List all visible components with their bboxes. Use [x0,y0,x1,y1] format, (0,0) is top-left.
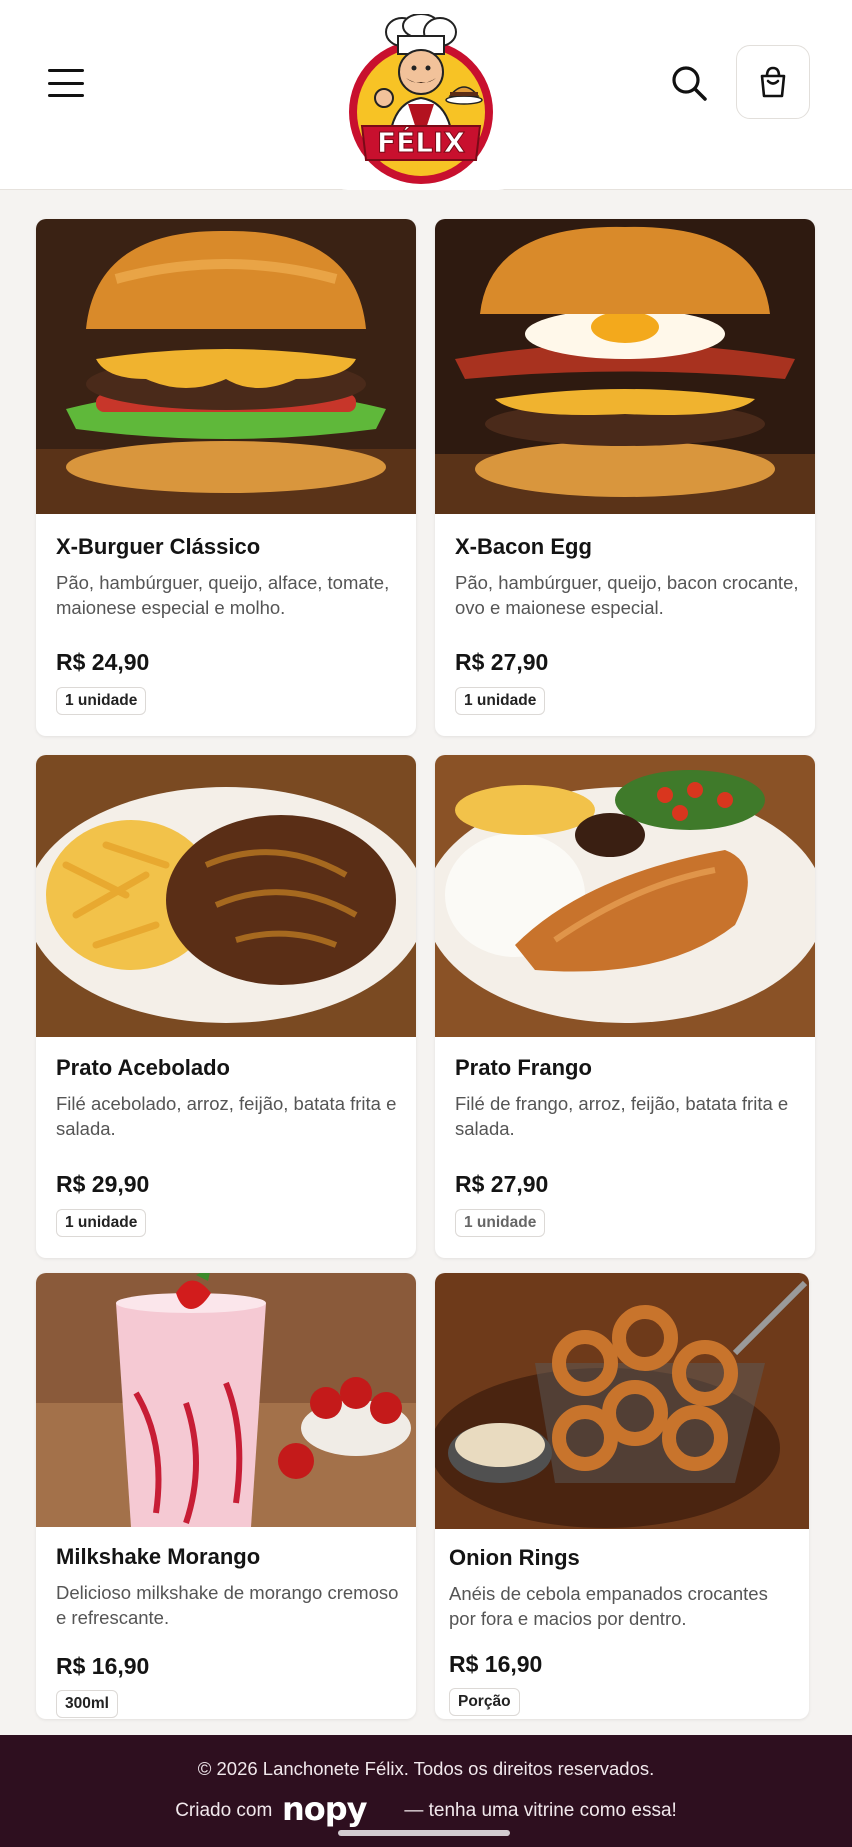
product-title: Prato Frango [455,1055,592,1080]
product-card[interactable]: Milkshake Morango Delicioso milkshake de… [36,1273,416,1719]
product-title: Milkshake Morango [56,1544,261,1569]
product-title: X-Burguer Clássico [56,534,261,559]
product-card[interactable]: X-Bacon Egg Pão, hambúrguer, queijo, bac… [435,219,815,736]
product-title: X-Bacon Egg [455,534,592,559]
product-description: Pão, hambúrguer, queijo, alface, tomate,… [56,572,390,618]
product-info: Prato Acebolado Filé acebolado, arroz, f… [56,1055,400,1141]
footer-credit: Criado com nopy — tenha uma vitrine como… [0,1793,852,1829]
product-description: Delicioso milkshake de morango cremoso e… [56,1582,399,1628]
product-price: R$ 24,90 [56,649,150,675]
hamburger-menu-icon[interactable] [46,66,86,100]
product-price: R$ 27,90 [455,1171,549,1197]
product-price: R$ 27,90 [455,649,549,675]
product-image [435,219,815,514]
product-card[interactable]: X-Burguer Clássico Pão, hambúrguer, quei… [36,219,416,736]
product-unit-badge: Porção [449,1688,520,1716]
product-unit-badge: 1 unidade [455,1209,546,1237]
product-title: Prato Acebolado [56,1055,230,1080]
product-image [36,755,416,1037]
product-info: Prato Frango Filé de frango, arroz, feij… [455,1055,799,1141]
product-price: R$ 29,90 [56,1171,150,1197]
product-description: Anéis de cebola empanados crocantes por … [449,1583,768,1629]
product-unit-badge: 1 unidade [56,687,147,715]
product-info: X-Burguer Clássico Pão, hambúrguer, quei… [56,534,400,620]
product-unit-badge: 1 unidade [56,1209,147,1237]
product-info: X-Bacon Egg Pão, hambúrguer, queijo, bac… [455,534,799,620]
product-title: Onion Rings [449,1545,580,1570]
product-description: Pão, hambúrguer, queijo, bacon crocante,… [455,572,799,618]
product-description: Filé acebolado, arroz, feijão, batata fr… [56,1093,397,1139]
logo-text: FÉLIX [377,125,466,159]
credit-suffix: — tenha uma vitrine como essa! [404,1800,677,1821]
product-image [435,755,815,1037]
product-card[interactable]: Prato Acebolado Filé acebolado, arroz, f… [36,755,416,1258]
search-icon[interactable] [668,62,710,104]
product-info: Milkshake Morango Delicioso milkshake de… [56,1544,400,1630]
product-image [36,1273,416,1527]
logo-subtext: LANCHONETE [395,164,448,172]
footer-copyright: © 2026 Lanchonete Félix. Todos os direit… [197,1758,655,1779]
product-description: Filé de frango, arroz, feijão, batata fr… [455,1093,789,1139]
restaurant-logo[interactable]: FÉLIX LANCHONETE [344,13,498,184]
credit-prefix: Criado com [175,1800,273,1821]
home-indicator [338,1830,510,1836]
product-image [36,219,416,514]
product-unit-badge: 300ml [56,1690,118,1718]
product-price: R$ 16,90 [449,1651,543,1677]
app-header: FÉLIX LANCHONETE [0,0,852,190]
shopping-bag-icon [760,66,786,98]
product-image [435,1273,809,1529]
brand-name: nopy [282,1793,368,1828]
cart-button[interactable] [736,45,810,119]
product-unit-badge: 1 unidade [455,687,546,715]
nopy-brand-logo[interactable]: nopy [282,1793,394,1829]
product-card[interactable]: Prato Frango Filé de frango, arroz, feij… [435,755,815,1258]
product-card[interactable]: Onion Rings Anéis de cebola empanados cr… [435,1273,809,1719]
product-info: Onion Rings Anéis de cebola empanados cr… [449,1545,793,1631]
product-price: R$ 16,90 [56,1653,150,1679]
